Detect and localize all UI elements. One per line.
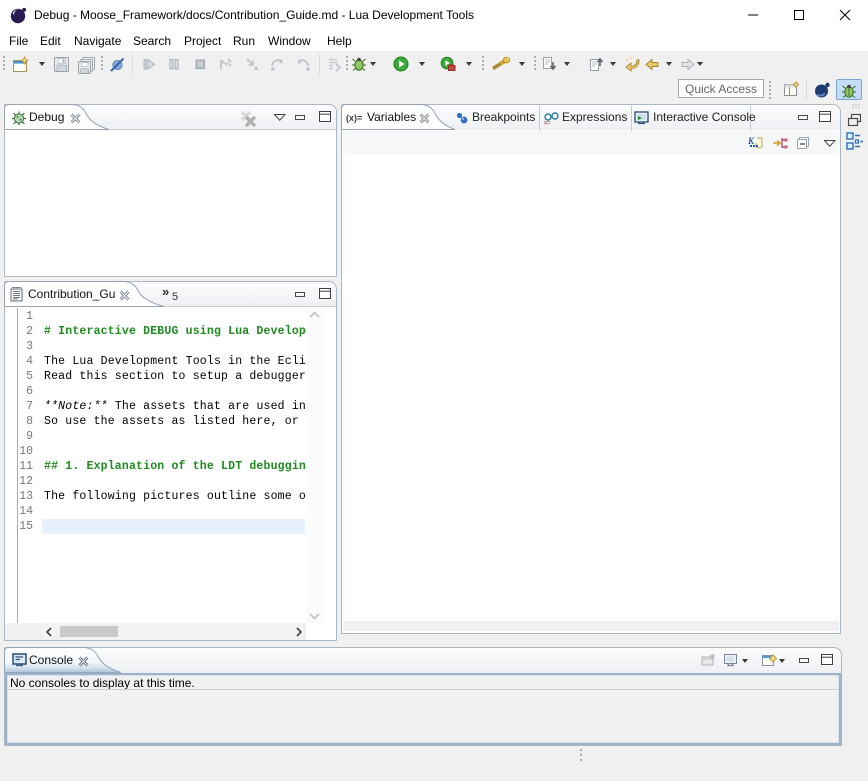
svg-text:K: K bbox=[748, 136, 755, 146]
svg-text:x=: x= bbox=[544, 121, 551, 126]
